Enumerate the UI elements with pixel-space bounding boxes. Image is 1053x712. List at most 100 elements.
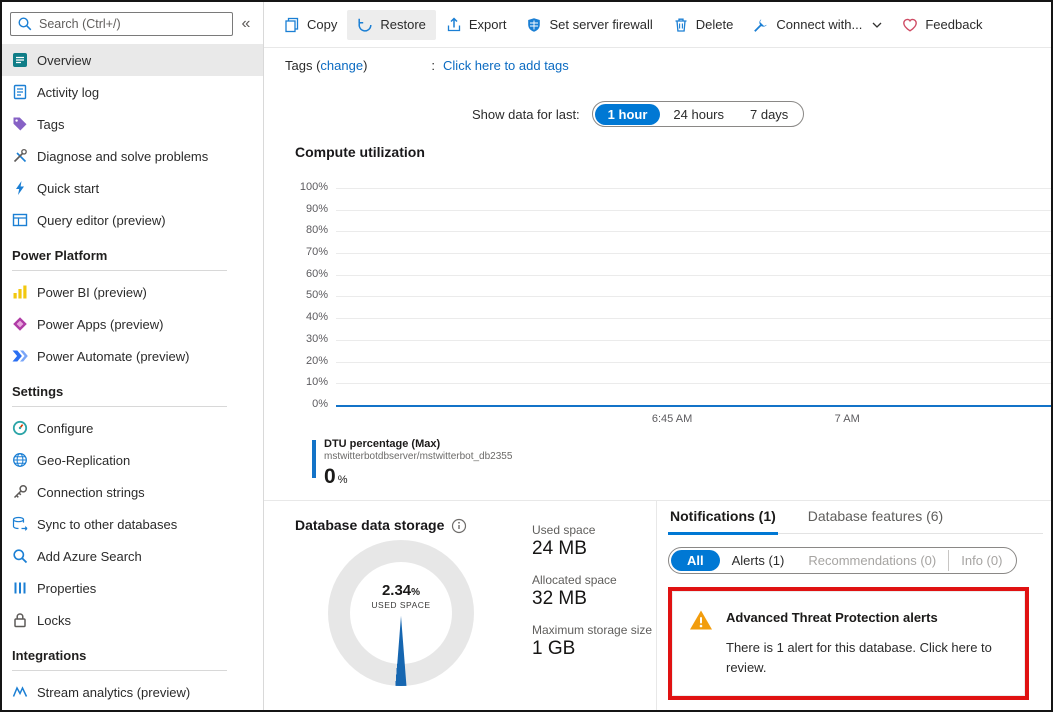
time-range-1-hour[interactable]: 1 hour xyxy=(595,104,661,125)
y-tick: 40% xyxy=(292,311,328,323)
time-range-24-hours[interactable]: 24 hours xyxy=(660,104,737,125)
sidebar-item-activity-log[interactable]: Activity log xyxy=(2,76,263,108)
restore-label: Restore xyxy=(380,17,426,32)
sidebar-item-label: Diagnose and solve problems xyxy=(37,149,208,164)
power-bi-icon xyxy=(12,284,28,300)
collapse-double-chevron-icon[interactable]: « xyxy=(233,15,259,33)
power-apps-icon xyxy=(12,316,28,332)
y-tick: 20% xyxy=(292,355,328,367)
sidebar-item-geo-replication[interactable]: Geo-Replication xyxy=(2,444,263,476)
sidebar-item-power-automate[interactable]: Power Automate (preview) xyxy=(2,340,263,372)
legend-value: 0 xyxy=(324,465,336,488)
metric-label: Used space xyxy=(532,523,652,537)
sidebar-item-locks[interactable]: Locks xyxy=(2,604,263,636)
sidebar-item-properties[interactable]: Properties xyxy=(2,572,263,604)
command-bar: Copy Restore Export Set server firewall … xyxy=(264,2,1051,48)
sidebar-item-label: Power Automate (preview) xyxy=(37,349,189,364)
notifications-tabs: Notifications (1) Database features (6) xyxy=(668,505,1043,534)
tags-change-link[interactable]: change xyxy=(320,58,363,73)
sidebar-item-power-bi[interactable]: Power BI (preview) xyxy=(2,276,263,308)
time-range-7-days[interactable]: 7 days xyxy=(737,104,801,125)
diagnose-icon xyxy=(12,148,28,164)
time-range-label: Show data for last: xyxy=(472,107,580,122)
sidebar-item-label: Quick start xyxy=(37,181,99,196)
delete-button[interactable]: Delete xyxy=(663,10,744,40)
sidebar-item-query-editor[interactable]: Query editor (preview) xyxy=(2,204,263,236)
vertical-divider xyxy=(656,500,657,710)
search-box[interactable] xyxy=(10,12,233,36)
sidebar-section-power-platform: Power Platform xyxy=(12,248,253,263)
sidebar-item-tags[interactable]: Tags xyxy=(2,108,263,140)
x-tick: 7 AM xyxy=(835,413,860,425)
sidebar-item-sync-databases[interactable]: Sync to other databases xyxy=(2,508,263,540)
sidebar-item-power-apps[interactable]: Power Apps (preview) xyxy=(2,308,263,340)
feedback-button[interactable]: Feedback xyxy=(892,10,992,40)
donut-center-text: 2.34% USED SPACE xyxy=(328,523,474,669)
used-percent-value: 2.34 xyxy=(382,582,411,599)
sidebar-item-label: Locks xyxy=(37,613,71,628)
gridline xyxy=(336,210,1051,211)
gridline xyxy=(336,275,1051,276)
sidebar-item-label: Power Apps (preview) xyxy=(37,317,163,332)
sidebar-item-label: Overview xyxy=(37,53,91,68)
export-icon xyxy=(446,17,462,33)
sidebar-item-label: Connection strings xyxy=(37,485,145,500)
gridline xyxy=(336,362,1051,363)
y-tick: 80% xyxy=(292,224,328,236)
tab-database-features[interactable]: Database features (6) xyxy=(806,505,945,533)
power-automate-icon xyxy=(12,348,28,364)
set-server-firewall-button[interactable]: Set server firewall xyxy=(516,10,662,40)
geo-replication-icon xyxy=(12,452,28,468)
sidebar-item-stream-analytics[interactable]: Stream analytics (preview) xyxy=(2,676,263,708)
horizontal-divider xyxy=(264,500,1051,501)
copy-button[interactable]: Copy xyxy=(274,10,347,40)
threat-protection-alert-card[interactable]: Advanced Threat Protection alerts There … xyxy=(672,591,1025,696)
metric-label: Allocated space xyxy=(532,573,652,587)
sidebar: « Overview Activity log Tags Diagnose an… xyxy=(2,2,264,710)
gridline xyxy=(336,253,1051,254)
filter-recommendations[interactable]: Recommendations (0) xyxy=(796,550,948,571)
sidebar-item-label: Add Azure Search xyxy=(37,549,142,564)
sidebar-item-diagnose[interactable]: Diagnose and solve problems xyxy=(2,140,263,172)
y-tick: 50% xyxy=(292,289,328,301)
gridline xyxy=(336,340,1051,341)
storage-donut-chart: 2.34% USED SPACE xyxy=(328,540,474,686)
sidebar-item-label: Activity log xyxy=(37,85,99,100)
gridline xyxy=(336,296,1051,297)
overview-icon xyxy=(12,52,28,68)
legend-unit: % xyxy=(338,474,348,486)
filter-all[interactable]: All xyxy=(671,550,720,571)
copy-label: Copy xyxy=(307,17,337,32)
alert-body: There is 1 alert for this database. Clic… xyxy=(726,638,1008,677)
connect-with-button[interactable]: Connect with... xyxy=(743,10,892,40)
sidebar-item-label: Properties xyxy=(37,581,96,596)
delete-label: Delete xyxy=(696,17,734,32)
sidebar-item-label: Tags xyxy=(37,117,64,132)
notifications-panel: Notifications (1) Database features (6) … xyxy=(668,505,1043,700)
sidebar-item-connection-strings[interactable]: Connection strings xyxy=(2,476,263,508)
sidebar-item-label: Sync to other databases xyxy=(37,517,177,532)
notification-filter-pills: All Alerts (1) Recommendations (0) Info … xyxy=(668,547,1017,574)
filter-alerts[interactable]: Alerts (1) xyxy=(720,550,797,571)
connection-strings-icon xyxy=(12,484,28,500)
add-tags-link[interactable]: Click here to add tags xyxy=(443,58,569,73)
metric-value: 1 GB xyxy=(532,638,652,660)
tab-notifications[interactable]: Notifications (1) xyxy=(668,505,778,535)
filter-info[interactable]: Info (0) xyxy=(948,550,1014,571)
red-highlight-annotation: Advanced Threat Protection alerts There … xyxy=(668,587,1029,700)
restore-button[interactable]: Restore xyxy=(347,10,436,40)
sidebar-item-overview[interactable]: Overview xyxy=(2,44,263,76)
sidebar-item-add-azure-search[interactable]: Add Azure Search xyxy=(2,540,263,572)
dtu-series-line xyxy=(336,405,1051,407)
compute-utilization-title: Compute utilization xyxy=(295,144,425,160)
export-button[interactable]: Export xyxy=(436,10,517,40)
trash-icon xyxy=(673,17,689,33)
metric-allocated-space: Allocated space 32 MB xyxy=(532,573,652,610)
metric-max-storage: Maximum storage size 1 GB xyxy=(532,623,652,660)
shield-icon xyxy=(526,17,542,33)
activity-log-icon xyxy=(12,84,28,100)
sidebar-item-quick-start[interactable]: Quick start xyxy=(2,172,263,204)
search-input[interactable] xyxy=(39,17,226,31)
lock-icon xyxy=(12,612,28,628)
sidebar-item-configure[interactable]: Configure xyxy=(2,412,263,444)
